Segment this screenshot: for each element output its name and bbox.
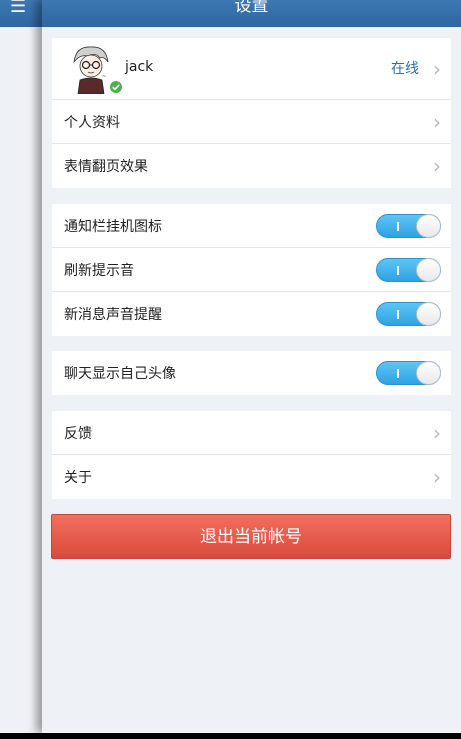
row-label: 聊天显示自己头像 (64, 366, 176, 382)
about-group: 反馈 › 关于 › (52, 411, 451, 499)
toggle-knob (416, 257, 441, 282)
row-label: 表情翻页效果 (64, 159, 148, 175)
row-emoji-paging[interactable]: 表情翻页效果 › (52, 144, 451, 188)
toggle-on-mark (397, 265, 399, 275)
chevron-right-icon: › (433, 56, 441, 81)
side-menu-strip: ☰ (0, 0, 42, 733)
row-refresh-sound: 刷新提示音 (52, 248, 451, 292)
row-label: 新消息声音提醒 (64, 307, 162, 323)
row-label: 刷新提示音 (64, 262, 134, 279)
row-message-sound: 新消息声音提醒 (52, 292, 451, 336)
svg-text:~: ~ (102, 74, 106, 80)
chevron-right-icon: › (433, 465, 441, 489)
toggle-knob (416, 361, 441, 385)
chevron-right-icon: › (433, 154, 441, 178)
row-label: 个人资料 (64, 114, 120, 131)
row-about[interactable]: 关于 › (52, 455, 451, 499)
settings-panel: 设置 ~ jack 在线 › 个人资料 › 表情翻页效果 › 通知栏挂机图标 刷… (42, 0, 461, 733)
refresh-sound-toggle[interactable] (376, 257, 441, 282)
online-status: 在线 (391, 61, 419, 77)
page-title: 设置 (234, 0, 269, 16)
toggle-knob (416, 213, 441, 238)
toggle-on-mark (397, 221, 399, 231)
chevron-right-icon: › (433, 109, 441, 134)
toggle-on-mark (397, 369, 399, 378)
profile-row[interactable]: ~ jack 在线 › (52, 38, 451, 100)
row-show-own-avatar: 聊天显示自己头像 (52, 351, 451, 395)
row-label: 通知栏挂机图标 (64, 218, 162, 235)
row-label: 反馈 (64, 425, 92, 442)
row-notify-icon: 通知栏挂机图标 (52, 204, 451, 248)
profile-group: ~ jack 在线 › 个人资料 › 表情翻页效果 › (52, 38, 451, 188)
toggle-on-mark (397, 310, 399, 319)
row-profile-info[interactable]: 个人资料 › (52, 100, 451, 144)
navbar: 设置 (42, 0, 461, 27)
chat-display-group: 聊天显示自己头像 (52, 351, 451, 395)
menu-icon[interactable]: ☰ (10, 0, 32, 20)
row-label: 关于 (64, 470, 92, 486)
message-sound-toggle[interactable] (376, 302, 441, 326)
username: jack (125, 59, 154, 75)
notify-icon-toggle[interactable] (376, 213, 441, 238)
show-own-avatar-toggle[interactable] (376, 361, 441, 385)
row-feedback[interactable]: 反馈 › (52, 411, 451, 455)
toggle-knob (416, 302, 441, 326)
notification-group: 通知栏挂机图标 刷新提示音 新消息声音提醒 (52, 204, 451, 336)
check-badge-icon (109, 80, 123, 94)
bottom-bar (0, 733, 461, 739)
logout-button[interactable]: 退出当前帐号 (51, 514, 451, 559)
chevron-right-icon: › (433, 420, 441, 445)
